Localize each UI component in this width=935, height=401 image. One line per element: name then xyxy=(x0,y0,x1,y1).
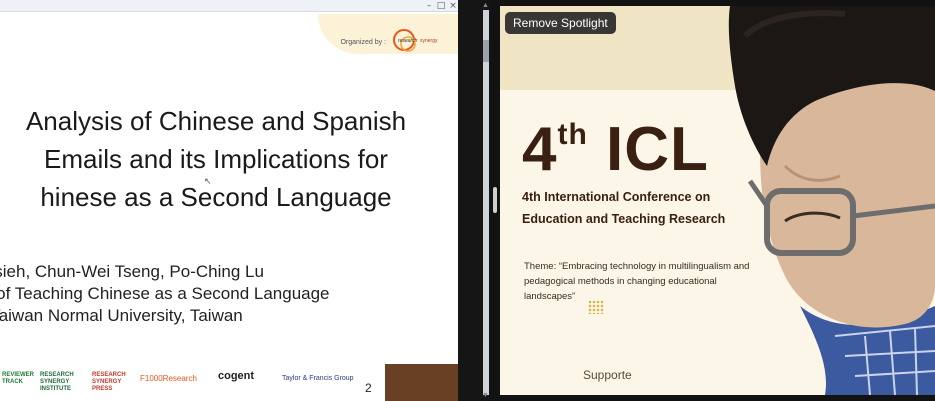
spotlight-video-tile: 4th ICL 4th International Conference on … xyxy=(500,6,935,395)
organizer-label: Organized by : xyxy=(340,39,386,46)
shared-screen-scrollbar[interactable]: ▲ ▼ xyxy=(458,0,490,401)
conference-acronym: 4th ICL xyxy=(522,114,709,185)
window-title-bar: – □ × xyxy=(0,0,458,12)
participant-video xyxy=(728,6,935,395)
slide-title: Analysis of Chinese and Spanish Emails a… xyxy=(0,102,446,216)
presentation-slide: Organized by : research synergy Analysis… xyxy=(0,12,458,401)
institution-line: l Taiwan Normal University, Taiwan xyxy=(0,306,243,325)
supported-by-text: Supporte xyxy=(583,368,632,382)
minimize-icon[interactable]: – xyxy=(424,1,434,11)
slide-page-number: 2 xyxy=(365,381,372,395)
remove-spotlight-button[interactable]: Remove Spotlight xyxy=(505,12,616,34)
reviewer-track-logo: REVIEWER TRACK xyxy=(2,372,35,385)
svg-text:synergy: synergy xyxy=(420,38,438,44)
conference-ordinal-suffix: th xyxy=(557,118,588,151)
conference-name-line-1: 4th International Conference on xyxy=(522,190,711,204)
close-icon[interactable]: × xyxy=(448,1,458,11)
conference-acronym-text: ICL xyxy=(606,115,709,184)
shared-screen: – □ × Organized by : research synergy An… xyxy=(0,0,458,401)
research-synergy-logo: research synergy xyxy=(393,29,438,52)
sponsor-logos: REVIEWER TRACK RESEARCH SYNERGY INSTITUT… xyxy=(0,364,384,401)
authors-line: Hsieh, Chun-Wei Tseng, Po-Ching Lu xyxy=(0,262,264,281)
scroll-down-icon[interactable]: ▼ xyxy=(482,392,489,399)
taylor-francis-logo: Taylor & Francis Group xyxy=(282,375,354,382)
svg-text:research: research xyxy=(398,38,418,44)
decorative-dots xyxy=(588,300,604,314)
scroll-up-icon[interactable]: ▲ xyxy=(482,2,489,9)
conference-name-line-2: Education and Teaching Research xyxy=(522,212,726,226)
affiliation-line: e of Teaching Chinese as a Second Langua… xyxy=(0,284,330,303)
panel-resize-handle[interactable] xyxy=(493,187,497,213)
research-synergy-press-logo: RESEARCH SYNERGY PRESS xyxy=(92,372,126,392)
scrollbar-thumb[interactable] xyxy=(483,40,489,62)
slide-authors: Hsieh, Chun-Wei Tseng, Po-Ching Lu e of … xyxy=(0,261,330,327)
scrollbar-track[interactable] xyxy=(483,10,489,395)
meeting-view: – □ × Organized by : research synergy An… xyxy=(0,0,935,401)
cogent-logo: cogent xyxy=(218,370,255,382)
conference-ordinal: 4 xyxy=(522,115,558,184)
title-line-2: Emails and its Implications for xyxy=(44,144,388,174)
research-synergy-institute-logo: RESEARCH SYNERGY INSTITUTE xyxy=(40,372,74,392)
title-line-1: Analysis of Chinese and Spanish xyxy=(25,106,407,136)
f1000research-logo: F1000Research xyxy=(140,374,197,383)
mouse-cursor-icon: ↖ xyxy=(204,176,212,186)
title-line-3: hinese as a Second Language xyxy=(40,182,392,212)
maximize-icon[interactable]: □ xyxy=(436,1,446,11)
slide-corner-block xyxy=(385,364,458,401)
